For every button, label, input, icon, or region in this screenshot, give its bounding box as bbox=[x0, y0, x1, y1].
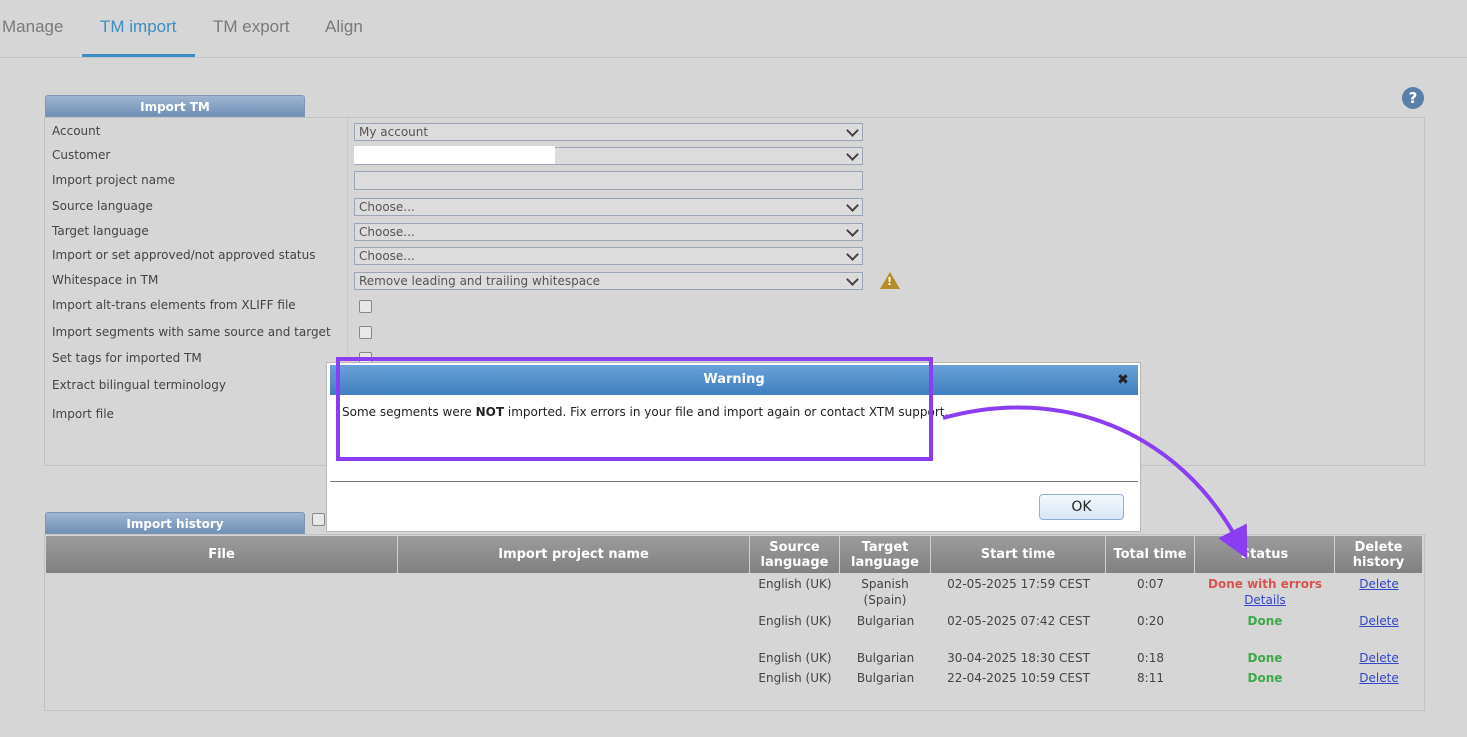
set-tags-label: Set tags for imported TM bbox=[52, 351, 202, 365]
import-tm-panel-title: Import TM bbox=[45, 95, 305, 117]
whitespace-label: Whitespace in TM bbox=[52, 273, 159, 287]
close-icon[interactable]: ✖ bbox=[1116, 373, 1130, 387]
account-label: Account bbox=[52, 124, 101, 138]
delete-link[interactable]: Delete bbox=[1335, 576, 1423, 592]
chevron-down-icon bbox=[846, 124, 859, 137]
chevron-down-icon bbox=[846, 224, 859, 237]
chevron-down-icon bbox=[846, 199, 859, 212]
import-file-label: Import file bbox=[52, 407, 114, 421]
source-language-label: Source language bbox=[52, 199, 153, 213]
warning-icon bbox=[880, 272, 900, 289]
project-name-input[interactable] bbox=[354, 171, 863, 190]
target-language-cell: Bulgarian bbox=[856, 671, 915, 685]
chevron-down-icon bbox=[846, 248, 859, 261]
whitespace-select[interactable]: Remove leading and trailing whitespace bbox=[354, 272, 863, 290]
tab-tm-import[interactable]: TM import bbox=[100, 17, 177, 37]
chevron-down-icon bbox=[846, 273, 859, 286]
dialog-message: Some segments were NOT imported. Fix err… bbox=[342, 405, 948, 419]
source-language-cell: English (UK) bbox=[758, 577, 832, 591]
approved-status-select[interactable]: Choose... bbox=[354, 247, 863, 265]
column-header-start-time[interactable]: Start time bbox=[931, 536, 1106, 573]
help-icon[interactable]: ? bbox=[1402, 87, 1424, 109]
history-filter-checkbox[interactable] bbox=[312, 513, 325, 526]
column-header-source-language[interactable]: Source language bbox=[750, 536, 840, 573]
customer-select-redacted bbox=[354, 146, 555, 164]
account-select-value: My account bbox=[359, 125, 429, 139]
account-select[interactable]: My account bbox=[354, 123, 863, 141]
dialog-title: Warning bbox=[703, 372, 765, 387]
start-time-cell: 02-05-2025 17:59 CEST bbox=[947, 577, 1090, 591]
status-badge: Done bbox=[1247, 614, 1283, 628]
dialog-message-part: imported. Fix errors in your file and im… bbox=[504, 405, 949, 419]
start-time-cell: 30-04-2025 18:30 CEST bbox=[947, 651, 1090, 665]
dialog-separator bbox=[330, 481, 1138, 482]
source-language-cell: English (UK) bbox=[758, 651, 832, 665]
delete-link[interactable]: Delete bbox=[1335, 670, 1423, 686]
column-header-status[interactable]: Status bbox=[1195, 536, 1335, 573]
import-history-panel-title: Import history bbox=[45, 512, 305, 534]
project-name-label: Import project name bbox=[52, 173, 176, 187]
customer-label: Customer bbox=[52, 148, 111, 162]
source-language-select[interactable]: Choose... bbox=[354, 198, 863, 216]
approved-status-value: Choose... bbox=[359, 249, 415, 263]
tab-align[interactable]: Align bbox=[325, 17, 363, 37]
status-badge: Done with errors bbox=[1208, 577, 1322, 591]
status-badge: Done bbox=[1247, 651, 1283, 665]
tab-tm-export[interactable]: TM export bbox=[213, 17, 290, 37]
source-language-value: Choose... bbox=[359, 200, 415, 214]
total-time-cell: 0:18 bbox=[1137, 651, 1164, 665]
target-language-cell: Bulgarian bbox=[856, 614, 915, 628]
details-link[interactable]: Details bbox=[1195, 592, 1335, 608]
column-header-file[interactable]: File bbox=[46, 536, 398, 573]
column-header-target-language[interactable]: Target language bbox=[840, 536, 931, 573]
total-time-cell: 0:07 bbox=[1137, 577, 1164, 591]
dialog-message-part: Some segments were bbox=[342, 405, 476, 419]
ok-button[interactable]: OK bbox=[1039, 494, 1124, 520]
tab-manage[interactable]: Manage bbox=[2, 17, 63, 37]
target-language-select[interactable]: Choose... bbox=[354, 223, 863, 241]
alt-trans-checkbox[interactable] bbox=[359, 300, 372, 313]
whitespace-value: Remove leading and trailing whitespace bbox=[359, 274, 601, 288]
total-time-cell: 8:11 bbox=[1137, 671, 1164, 685]
source-language-cell: English (UK) bbox=[758, 671, 832, 685]
status-badge: Done bbox=[1247, 671, 1283, 685]
total-time-cell: 0:20 bbox=[1137, 614, 1164, 628]
start-time-cell: 02-05-2025 07:42 CEST bbox=[947, 614, 1090, 628]
approved-status-label: Import or set approved/not approved stat… bbox=[52, 248, 316, 262]
warning-dialog: Warning ✖ Some segments were NOT importe… bbox=[326, 362, 1141, 532]
delete-link[interactable]: Delete bbox=[1335, 613, 1423, 629]
tab-bar: Manage TM import TM export Align bbox=[0, 0, 1467, 58]
chevron-down-icon bbox=[846, 148, 859, 161]
same-source-target-label: Import segments with same source and tar… bbox=[52, 325, 331, 339]
target-language-cell: Bulgarian bbox=[856, 651, 915, 665]
delete-link[interactable]: Delete bbox=[1335, 650, 1423, 666]
extract-terminology-label: Extract bilingual terminology bbox=[52, 378, 226, 392]
column-header-project-name[interactable]: Import project name bbox=[398, 536, 750, 573]
target-language-value: Choose... bbox=[359, 225, 415, 239]
column-header-total-time[interactable]: Total time bbox=[1106, 536, 1195, 573]
active-tab-indicator bbox=[82, 54, 195, 57]
column-header-delete-history: Delete history bbox=[1335, 536, 1423, 573]
target-language-cell: Spanish (Spain) bbox=[861, 577, 909, 607]
source-language-cell: English (UK) bbox=[758, 614, 832, 628]
dialog-message-emphasis: NOT bbox=[475, 405, 505, 419]
alt-trans-label: Import alt-trans elements from XLIFF fil… bbox=[52, 298, 296, 312]
same-source-target-checkbox[interactable] bbox=[359, 326, 372, 339]
start-time-cell: 22-04-2025 10:59 CEST bbox=[947, 671, 1090, 685]
dialog-title-bar[interactable]: Warning ✖ bbox=[330, 365, 1138, 395]
target-language-label: Target language bbox=[52, 224, 149, 238]
